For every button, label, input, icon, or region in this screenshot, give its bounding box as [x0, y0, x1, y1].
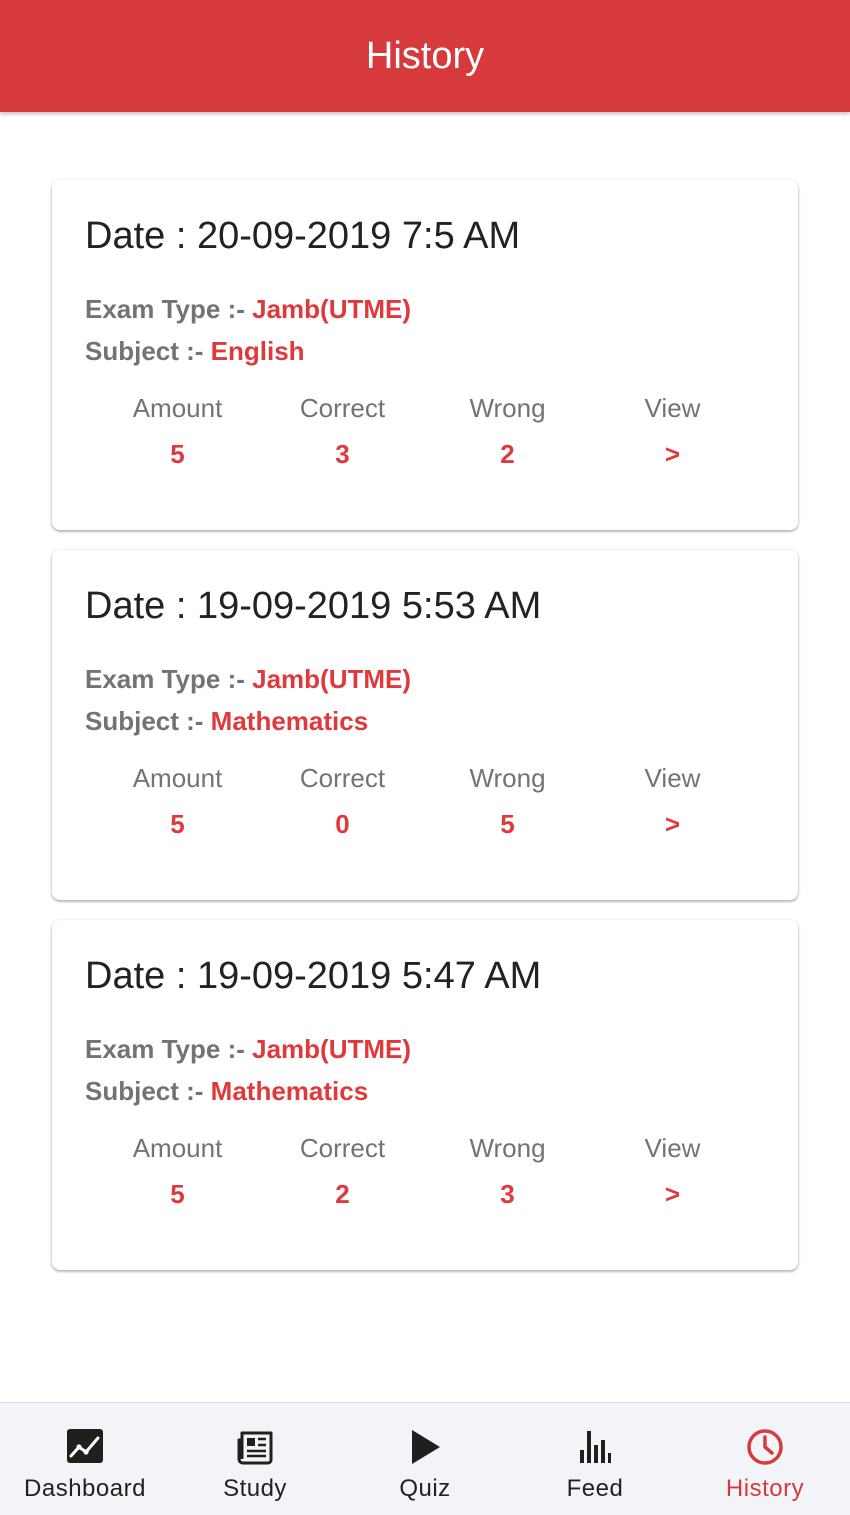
view-details-button[interactable]: View > [590, 1130, 755, 1212]
stat-label: Wrong [469, 763, 546, 793]
chevron-right-icon[interactable]: > [590, 1176, 755, 1212]
history-list: Date : 20-09-2019 7:5 AM Exam Type :- Ja… [0, 112, 850, 1402]
subject-row: Subject :- Mathematics [85, 1070, 765, 1112]
stat-amount: Amount 5 [95, 760, 260, 842]
subject-value: Mathematics [210, 706, 369, 736]
exam-type-row: Exam Type :- Jamb(UTME) [85, 658, 765, 700]
nav-label: Feed [566, 1475, 624, 1502]
exam-type-row: Exam Type :- Jamb(UTME) [85, 1028, 765, 1070]
stat-label: Correct [299, 393, 386, 423]
subject-value: English [210, 336, 305, 366]
chart-line-icon [67, 1429, 103, 1463]
exam-type-value: Jamb(UTME) [252, 294, 412, 324]
stat-label: View [644, 763, 701, 793]
nav-label: Dashboard [24, 1475, 146, 1502]
nav-item-history[interactable]: History [680, 1403, 850, 1515]
stat-value: 5 [170, 1179, 185, 1209]
stat-label: Amount [132, 393, 223, 423]
view-details-button[interactable]: View > [590, 760, 755, 842]
stat-value: 2 [335, 1179, 350, 1209]
stat-label: Amount [132, 763, 223, 793]
stat-wrong: Wrong 2 [425, 390, 590, 472]
subject-label: Subject :- [85, 706, 211, 736]
stat-value: 5 [170, 439, 185, 469]
chevron-right-icon[interactable]: > [590, 806, 755, 842]
stats-row: Amount 5 Correct 3 Wrong 2 View > [85, 390, 765, 472]
stat-correct: Correct 3 [260, 390, 425, 472]
exam-type-label: Exam Type :- [85, 294, 253, 324]
stat-label: View [644, 1133, 701, 1163]
play-icon [412, 1430, 440, 1464]
stat-label: View [644, 393, 701, 423]
subject-label: Subject :- [85, 1076, 211, 1106]
nav-item-dashboard[interactable]: Dashboard [0, 1403, 170, 1515]
subject-row: Subject :- English [85, 330, 765, 372]
exam-type-value: Jamb(UTME) [252, 664, 412, 694]
history-card: Date : 19-09-2019 5:47 AM Exam Type :- J… [52, 920, 798, 1270]
nav-item-quiz[interactable]: Quiz [340, 1403, 510, 1515]
stat-label: Wrong [469, 1133, 546, 1163]
exam-type-value: Jamb(UTME) [252, 1034, 412, 1064]
history-date: Date : 20-09-2019 7:5 AM [85, 215, 521, 257]
bar-chart-icon [580, 1431, 611, 1463]
stat-label: Correct [299, 763, 386, 793]
history-card: Date : 20-09-2019 7:5 AM Exam Type :- Ja… [52, 180, 798, 530]
stats-row: Amount 5 Correct 2 Wrong 3 View > [85, 1130, 765, 1212]
bottom-navigation: Dashboard Study Quiz Feed History [0, 1402, 850, 1515]
stat-correct: Correct 2 [260, 1130, 425, 1212]
app-root: History Date : 20-09-2019 7:5 AM Exam Ty… [0, 0, 850, 1515]
page-title: History [365, 34, 485, 77]
view-details-button[interactable]: View > [590, 390, 755, 472]
app-bar: History [0, 0, 850, 112]
chevron-right-icon[interactable]: > [590, 436, 755, 472]
stat-label: Correct [299, 1133, 386, 1163]
clock-icon [747, 1429, 783, 1465]
stat-amount: Amount 5 [95, 390, 260, 472]
stats-row: Amount 5 Correct 0 Wrong 5 View > [85, 760, 765, 842]
stat-value: 3 [335, 439, 350, 469]
history-date: Date : 19-09-2019 5:47 AM [85, 955, 542, 997]
stat-value: 5 [500, 809, 515, 839]
stat-value: 5 [170, 809, 185, 839]
nav-label: History [725, 1475, 805, 1502]
stat-value: 2 [500, 439, 515, 469]
stat-amount: Amount 5 [95, 1130, 260, 1212]
stat-value: 3 [500, 1179, 515, 1209]
stat-label: Wrong [469, 393, 546, 423]
subject-row: Subject :- Mathematics [85, 700, 765, 742]
subject-label: Subject :- [85, 336, 211, 366]
newspaper-icon [237, 1431, 273, 1465]
exam-type-row: Exam Type :- Jamb(UTME) [85, 288, 765, 330]
history-date: Date : 19-09-2019 5:53 AM [85, 585, 542, 627]
exam-type-label: Exam Type :- [85, 1034, 253, 1064]
nav-item-study[interactable]: Study [170, 1403, 340, 1515]
stat-wrong: Wrong 5 [425, 760, 590, 842]
stat-label: Amount [132, 1133, 223, 1163]
subject-value: Mathematics [210, 1076, 369, 1106]
history-card: Date : 19-09-2019 5:53 AM Exam Type :- J… [52, 550, 798, 900]
nav-label: Study [223, 1475, 287, 1502]
stat-value: 0 [335, 809, 350, 839]
stat-wrong: Wrong 3 [425, 1130, 590, 1212]
nav-item-feed[interactable]: Feed [510, 1403, 680, 1515]
nav-label: Quiz [399, 1475, 451, 1502]
exam-type-label: Exam Type :- [85, 664, 253, 694]
stat-correct: Correct 0 [260, 760, 425, 842]
